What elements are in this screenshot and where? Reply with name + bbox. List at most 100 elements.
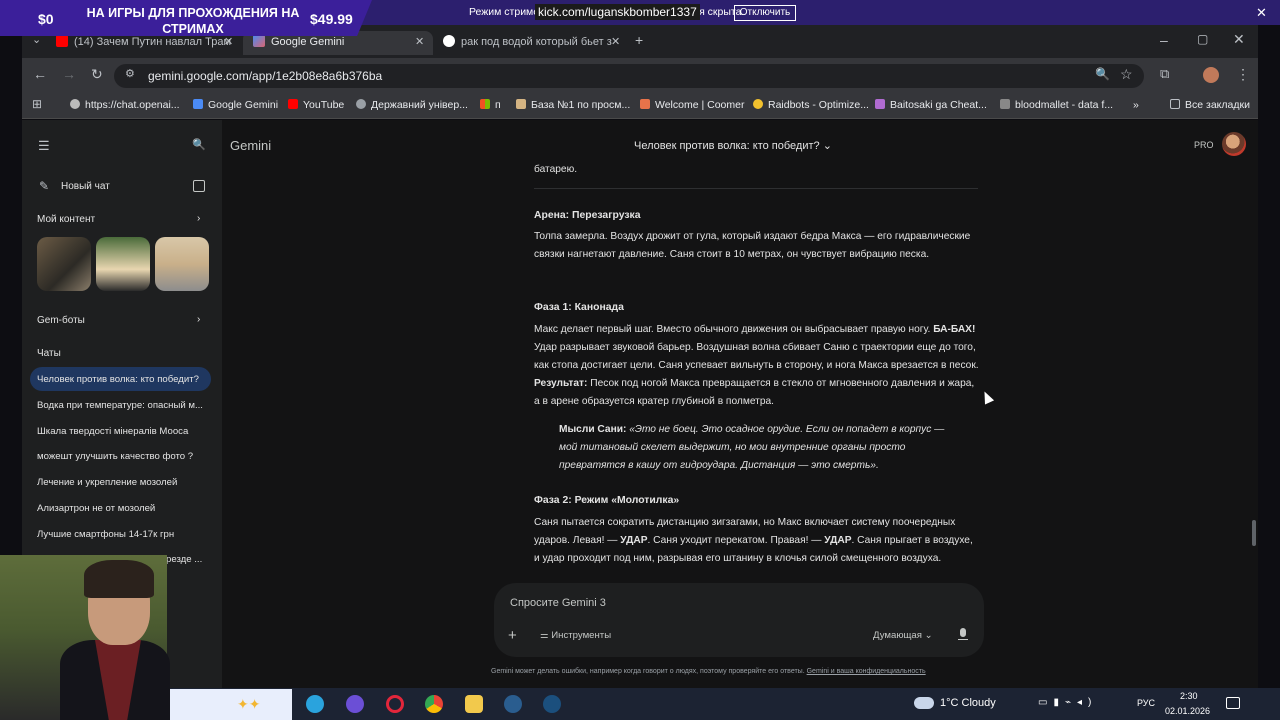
all-bookmarks[interactable]: Все закладки — [1170, 99, 1250, 111]
file-explorer-icon[interactable] — [465, 695, 483, 713]
window-close-icon[interactable]: ✕ — [1233, 31, 1245, 48]
new-chat-button[interactable]: Новый чат — [61, 181, 110, 192]
new-tab-icon[interactable]: + — [635, 32, 643, 48]
notifications-icon[interactable] — [1226, 697, 1240, 709]
tab-label: рак под водой который бьет з — [461, 36, 612, 48]
account-avatar[interactable] — [1222, 132, 1246, 156]
zoom-icon[interactable]: 🔍 — [1095, 67, 1110, 81]
bookmark-raidbots[interactable]: Raidbots - Optimize... — [753, 99, 869, 111]
globe-icon — [356, 99, 366, 109]
promo-title: НА ИГРЫ ДЛЯ ПРОХОЖДЕНИЯ НА СТРИМАХ — [86, 6, 300, 36]
chat-item[interactable]: можешт улучшить качество фото ? — [37, 451, 209, 462]
disclaimer: Gemini может делать ошибки, например ког… — [491, 668, 926, 675]
search-icon[interactable]: 🔍 — [192, 138, 206, 151]
mode-selector[interactable]: Думающая ⌄ — [873, 630, 933, 641]
forward-icon[interactable]: → — [62, 66, 76, 82]
bookmark-label: Raidbots - Optimize... — [768, 99, 869, 111]
bookmark-gemini[interactable]: Google Gemini — [193, 99, 278, 111]
bold-run: УДАР — [824, 535, 852, 546]
bookmark-star-icon[interactable]: ☆ — [1120, 66, 1133, 83]
back-icon[interactable]: ← — [33, 66, 47, 82]
bookmark-university[interactable]: Державний універ... — [356, 99, 468, 111]
bookmark-bloodmallet[interactable]: bloodmallet - data f... — [1000, 99, 1113, 111]
url-text[interactable]: gemini.google.com/app/1e2b08e8a6b376ba — [148, 69, 382, 83]
chat-title-dropdown[interactable]: Человек против волка: кто победит? ⌄ — [634, 139, 832, 152]
my-content-heading[interactable]: Мой контент — [37, 214, 95, 225]
gemini-icon — [193, 99, 203, 109]
bookmark-label: п — [495, 99, 501, 111]
google-icon — [443, 35, 455, 47]
prompt-box[interactable] — [494, 583, 984, 657]
bookmark-label: Google Gemini — [208, 99, 279, 111]
chat-item-active[interactable]: Человек против волка: кто победит? — [37, 374, 209, 385]
response-paragraph: Макс делает первый шаг. Вместо обычного … — [534, 321, 979, 411]
bookmark-baza[interactable]: База №1 по просм... — [516, 99, 630, 111]
chat-item[interactable]: Водка при температуре: опасный м... — [37, 400, 209, 411]
menu-icon[interactable]: ☰ — [38, 138, 50, 154]
chat-item[interactable]: Лучшие смартфоны 14-17к грн — [37, 529, 209, 540]
baitosaki-icon — [875, 99, 885, 109]
chat-item[interactable]: Лечение и укрепление мозолей — [37, 477, 209, 488]
chrome-icon[interactable] — [425, 695, 443, 713]
app-icon[interactable] — [346, 695, 364, 713]
microphone-icon[interactable] — [958, 628, 968, 642]
microsoft-icon — [480, 99, 490, 109]
extensions-icon[interactable]: ⧉ — [1160, 66, 1169, 82]
promo-old-price: $0 — [38, 11, 54, 27]
content-thumbnail[interactable] — [155, 237, 209, 291]
apps-grid-icon[interactable]: ⊞ — [32, 97, 42, 111]
tab-google-search[interactable]: рак под водой который бьет з — [443, 31, 623, 55]
bold-run: БА-БАХ! — [933, 324, 976, 335]
clock-date[interactable]: 02.01.2026 — [1165, 706, 1210, 716]
content-thumbnail[interactable] — [37, 237, 91, 291]
tab-label: (14) Зачем Путин навлал Трам — [74, 36, 232, 48]
minimize-icon[interactable]: – — [1160, 32, 1168, 48]
tray-icons[interactable]: ▭▮⌁◂) — [1038, 697, 1097, 708]
profile-avatar[interactable] — [1203, 67, 1219, 83]
privacy-link[interactable]: Gemini и ваша конфиденциальность — [807, 668, 926, 675]
close-tab-icon[interactable]: ✕ — [611, 35, 620, 48]
bookmark-baitosaki[interactable]: Baitosaki ga Cheat... — [875, 99, 987, 111]
add-attachment-icon[interactable]: + — [508, 627, 517, 644]
chevron-right-icon[interactable]: › — [197, 213, 200, 224]
chat-item[interactable]: Ализартрон не от мозолей — [37, 503, 209, 514]
steam-icon[interactable] — [504, 695, 522, 713]
bookmark-coomer[interactable]: Welcome | Coomer — [640, 99, 744, 111]
weather-widget[interactable]: 1°C Cloudy — [940, 697, 996, 709]
menu-kebab-icon[interactable]: ⋮ — [1236, 66, 1250, 83]
reload-icon[interactable]: ↻ — [91, 66, 103, 83]
temporary-chat-icon[interactable] — [193, 180, 205, 192]
taskbar-search[interactable]: ✦✦ — [167, 689, 292, 720]
response-paragraph: Толпа замерла. Воздух дрожит от гула, ко… — [534, 231, 971, 260]
chat-item[interactable]: Шкала твердості мінералів Мооса — [37, 426, 209, 437]
tools-button[interactable]: ⚌ Инструменты — [540, 630, 611, 641]
disable-stream-mode-button[interactable]: Отключить — [734, 5, 796, 21]
bookmark-chatgpt[interactable]: https://chat.openai... — [70, 99, 180, 111]
chat-item[interactable]: резде ... — [166, 554, 210, 565]
text-run: Макс делает первый шаг. Вместо обычного … — [534, 324, 934, 335]
bookmark-youtube[interactable]: YouTube — [288, 99, 344, 111]
all-bookmarks-label: Все закладки — [1185, 99, 1250, 111]
gemini-brand[interactable]: Gemini — [230, 138, 271, 153]
close-tab-icon[interactable]: ✕ — [415, 35, 424, 48]
close-icon[interactable]: ✕ — [1256, 5, 1267, 21]
language-indicator[interactable]: РУС — [1137, 698, 1155, 708]
clock-time[interactable]: 2:30 — [1180, 691, 1198, 701]
chats-heading: Чаты — [37, 348, 61, 359]
youtube-icon — [288, 99, 298, 109]
maximize-icon[interactable]: ▢ — [1197, 32, 1208, 46]
prompt-input[interactable]: Спросите Gemini 3 — [510, 597, 606, 609]
steam-icon[interactable] — [543, 695, 561, 713]
sliders-icon: ⚌ — [540, 630, 549, 641]
chevron-down-icon: ⌄ — [924, 630, 933, 641]
gems-heading[interactable]: Gem-боты — [37, 315, 85, 326]
opera-icon[interactable] — [386, 695, 404, 713]
bloodmallet-icon — [1000, 99, 1010, 109]
scrollbar-thumb[interactable] — [1252, 520, 1256, 546]
bookmark-p[interactable]: п — [480, 99, 501, 111]
bookmarks-overflow-icon[interactable]: » — [1133, 99, 1139, 111]
content-thumbnail[interactable] — [96, 237, 150, 291]
chevron-right-icon[interactable]: › — [197, 314, 200, 325]
telegram-icon[interactable] — [306, 695, 324, 713]
site-info-icon[interactable]: ⚙ — [125, 67, 135, 80]
